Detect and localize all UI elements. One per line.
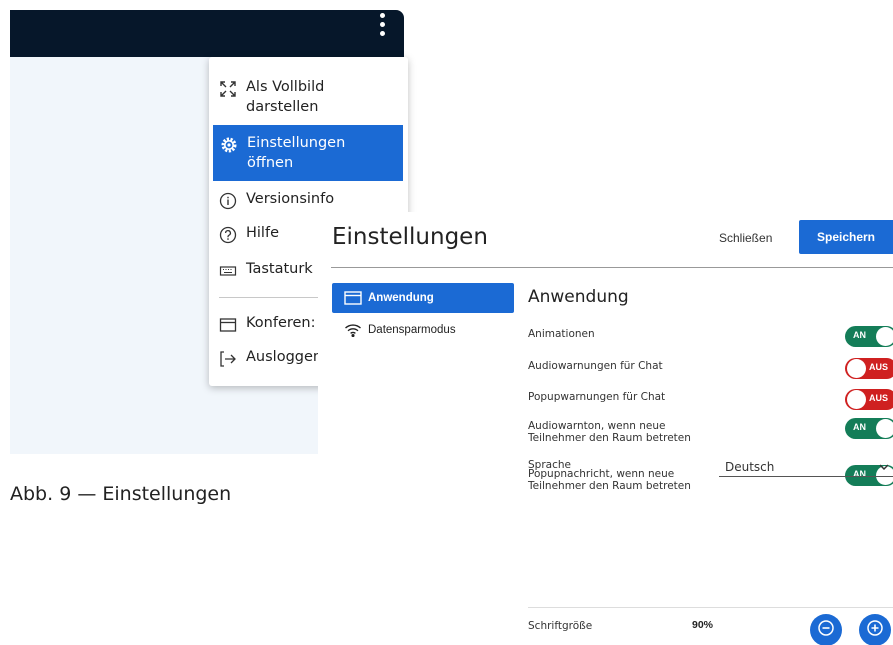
minus-circle-icon: [817, 619, 835, 642]
figure-caption: Abb. 9 — Einstellungen: [10, 483, 232, 505]
setting-label: Audiowarnungen für Chat: [528, 360, 663, 372]
toggle-popup-chat[interactable]: AUS: [845, 389, 893, 410]
window-icon: [344, 291, 362, 305]
toggle-knob: [876, 419, 893, 438]
nav-item-label: Anwendung: [368, 292, 434, 304]
language-select[interactable]: Deutsch: [719, 455, 893, 477]
gear-icon: [219, 135, 239, 155]
save-button[interactable]: Speichern: [799, 220, 893, 254]
toggle-knob: [847, 359, 866, 378]
menu-item-label: Einstellungen öffnen: [247, 135, 346, 171]
logout-icon: [218, 349, 238, 369]
toggle-state-label: AUS: [869, 362, 889, 372]
wifi-icon: [344, 323, 362, 337]
toggle-knob: [847, 390, 866, 409]
toggle-audio-join[interactable]: AN: [845, 418, 893, 439]
nav-item-application[interactable]: Anwendung: [332, 283, 514, 313]
nav-item-label: Datensparmodus: [368, 324, 456, 336]
menu-item-label: Tastaturk: [246, 261, 313, 277]
plus-circle-icon: [866, 619, 884, 642]
toggle-audio-chat[interactable]: AUS: [845, 358, 893, 379]
decrease-font-button[interactable]: [810, 614, 842, 645]
menu-item-label: Versionsinfo: [246, 191, 335, 207]
section-title: Anwendung: [528, 287, 629, 307]
language-value: Deutsch: [725, 460, 775, 474]
fullscreen-icon: [218, 79, 238, 99]
toggle-knob: [876, 327, 893, 346]
menu-item-label: Konferen:: [246, 315, 316, 331]
setting-label: Audiowarnton, wenn neue Teilnehmer den R…: [528, 420, 691, 444]
menu-item-label: Als Vollbild darstellen: [246, 79, 325, 115]
info-icon: [218, 191, 238, 211]
toggle-animations[interactable]: AN: [845, 326, 893, 347]
menu-item-label: Hilfe: [246, 225, 279, 241]
section-divider: [528, 607, 893, 608]
help-icon: [218, 225, 238, 245]
menu-item-fullscreen[interactable]: Als Vollbild darstellen: [209, 77, 408, 121]
keyboard-icon: [218, 261, 238, 281]
menu-item-settings[interactable]: Einstellungen öffnen: [213, 125, 403, 181]
toggle-state-label: AUS: [869, 393, 889, 403]
close-button[interactable]: Schließen: [719, 231, 772, 245]
toggle-state-label: AN: [853, 422, 866, 432]
app-top-bar: [10, 10, 404, 57]
font-size-label: Schriftgröße: [528, 620, 593, 632]
increase-font-button[interactable]: [859, 614, 891, 645]
menu-item-version-info[interactable]: Versionsinfo: [209, 189, 408, 213]
language-label: Sprache: [528, 459, 571, 471]
nav-item-data-saving[interactable]: Datensparmodus: [332, 315, 514, 345]
window-icon: [218, 315, 238, 335]
chevron-down-icon: [878, 459, 890, 477]
menu-item-label: Ausloggen: [246, 349, 323, 365]
settings-dialog: Einstellungen Schließen Speichern Anwend…: [318, 212, 893, 645]
setting-label: Popupwarnungen für Chat: [528, 391, 666, 403]
more-options-icon[interactable]: [376, 12, 388, 40]
font-size-value: 90%: [692, 619, 714, 631]
setting-label: Animationen: [528, 328, 595, 340]
toggle-state-label: AN: [853, 330, 866, 340]
setting-label: Popupnachricht, wenn neue Teilnehmer den…: [528, 468, 691, 492]
dialog-title: Einstellungen: [332, 224, 488, 250]
dialog-header-divider: [331, 267, 893, 268]
